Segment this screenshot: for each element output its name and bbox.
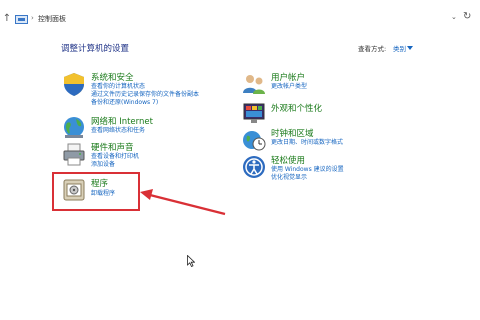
users-icon xyxy=(243,75,265,94)
mouse-cursor-icon xyxy=(187,255,195,267)
accessibility-icon xyxy=(243,156,265,178)
view-by-select[interactable]: 类别 xyxy=(393,43,406,53)
page-title: 调整计算机的设置 xyxy=(61,44,130,54)
clock-globe-icon xyxy=(243,131,266,151)
category-title[interactable]: 网络和 Internet xyxy=(91,115,153,127)
category-link[interactable]: 优化视觉显示 xyxy=(271,174,307,182)
category-title[interactable]: 系统和安全 xyxy=(91,71,134,83)
printer-icon xyxy=(63,143,85,166)
chevron-down-icon[interactable]: ⌄ xyxy=(451,13,457,21)
view-by-label: 查看方式: xyxy=(358,45,387,53)
category-link[interactable]: 查看设备和打印机 xyxy=(91,153,139,161)
category-link[interactable]: 更改帐户类型 xyxy=(271,83,307,91)
category-title[interactable]: 时钟和区域 xyxy=(271,127,314,139)
category-link[interactable]: 查看你的计算机状态 xyxy=(91,83,145,91)
category-title[interactable]: 用户帐户 xyxy=(271,71,305,83)
category-link[interactable]: 备份和还原(Windows 7) xyxy=(91,99,158,107)
category-title[interactable]: 硬件和声音 xyxy=(91,141,134,153)
chevron-down-icon[interactable] xyxy=(407,46,413,50)
address-bar: ↑ › 控制面板 ⌄ ↻ xyxy=(0,0,480,30)
control-panel-icon xyxy=(15,15,28,24)
category-title[interactable]: 外观和个性化 xyxy=(271,102,322,114)
globe-network-icon xyxy=(64,117,84,138)
category-link[interactable]: 通过文件历史记录保存你的文件备份副本 xyxy=(91,91,199,99)
category-link[interactable]: 查看网络状态和任务 xyxy=(91,127,145,135)
monitor-palette-icon xyxy=(243,103,265,123)
annotation-highlight-box xyxy=(52,172,140,211)
shield-icon xyxy=(64,73,84,96)
category-link[interactable]: 添加设备 xyxy=(91,161,115,169)
category-title[interactable]: 轻松使用 xyxy=(271,154,305,166)
category-link[interactable]: 更改日期、时间或数字格式 xyxy=(271,139,343,147)
up-arrow-icon[interactable]: ↑ xyxy=(2,12,12,26)
breadcrumb-control-panel[interactable]: 控制面板 xyxy=(38,14,66,24)
refresh-icon[interactable]: ↻ xyxy=(463,11,471,22)
category-link[interactable]: 使用 Windows 建议的设置 xyxy=(271,166,344,174)
breadcrumb-separator: › xyxy=(31,14,34,22)
